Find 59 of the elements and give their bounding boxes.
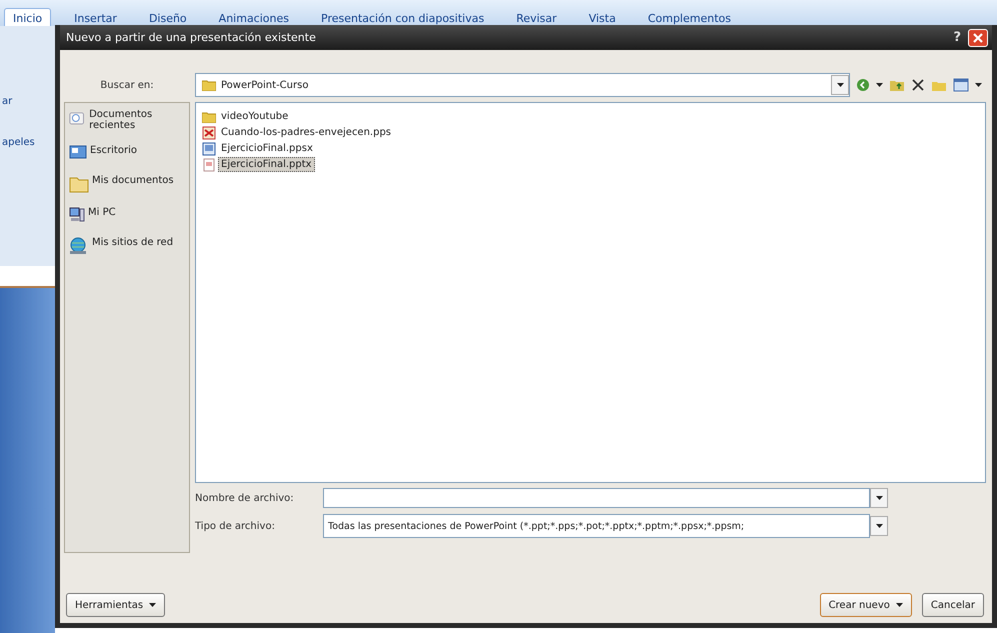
globe-icon <box>69 237 89 255</box>
ribbon-tab[interactable]: Diseño <box>140 8 196 28</box>
computer-icon <box>69 207 85 223</box>
ribbon-tab[interactable]: Inicio <box>4 8 52 28</box>
slideshow-file-icon <box>202 126 216 140</box>
presentation-file-icon <box>202 158 216 172</box>
delete-button[interactable] <box>911 78 925 92</box>
look-in-dropdown[interactable]: PowerPoint-Curso <box>195 73 850 97</box>
caret-icon <box>975 83 982 87</box>
places-item[interactable]: Documentos recientes <box>69 109 185 131</box>
file-type-label: Tipo de archivo: <box>195 520 276 532</box>
dropdown-button[interactable] <box>870 488 888 508</box>
caret-icon <box>876 496 882 500</box>
ribbon-tab[interactable]: Animaciones <box>210 8 298 28</box>
ribbon-label: apeles <box>2 137 36 148</box>
close-icon <box>973 32 983 42</box>
cancel-button[interactable]: Cancelar <box>922 593 984 617</box>
file-name-label: Nombre de archivo: <box>195 492 295 504</box>
file-type-dropdown[interactable]: Todas las presentaciones de PowerPoint (*.ppt;*.pps;*.pot;*.pptx;*.pptm;*.ppsx;*.ppsm; <box>323 514 870 538</box>
look-in-label: Buscar en: <box>100 80 154 90</box>
folder-icon <box>202 79 216 91</box>
up-folder-button[interactable] <box>889 78 905 92</box>
file-item[interactable]: EjercicioFinal.pptx <box>218 157 315 172</box>
caret-icon <box>896 603 903 607</box>
file-name-field[interactable] <box>323 488 870 508</box>
tools-button[interactable]: Herramientas <box>66 593 166 617</box>
desktop-icon <box>69 145 87 161</box>
ribbon-tab[interactable]: Insertar <box>65 8 126 28</box>
places-item[interactable]: Escritorio <box>69 145 185 161</box>
ribbon-tab[interactable]: Vista <box>580 8 625 28</box>
file-item[interactable]: videoYoutube <box>218 109 292 124</box>
places-item[interactable]: Mis sitios de red <box>69 237 185 255</box>
back-icon <box>856 78 870 92</box>
folder-arrow-icon <box>889 78 905 92</box>
caret-icon <box>876 83 883 87</box>
dropdown-button[interactable] <box>870 516 888 536</box>
create-button[interactable]: Crear nuevo <box>820 593 912 617</box>
help-button[interactable]: ? <box>950 30 964 45</box>
close-button[interactable] <box>968 28 988 46</box>
dropdown-button[interactable] <box>831 75 849 95</box>
slideshow-file-icon <box>202 142 216 156</box>
folder-icon <box>202 110 216 122</box>
ribbon-label: ar <box>2 96 14 107</box>
delete-icon <box>911 78 925 92</box>
folder-icon <box>69 175 89 193</box>
places-item[interactable]: Mi PC <box>69 207 185 223</box>
caret-icon <box>836 83 844 87</box>
ribbon-tab[interactable]: Complementos <box>638 8 740 28</box>
back-button[interactable] <box>856 78 870 92</box>
window-icon <box>953 78 969 92</box>
file-item[interactable]: EjercicioFinal.ppsx <box>218 141 316 156</box>
ribbon-tab[interactable]: Revisar <box>507 8 566 28</box>
ribbon-tab[interactable]: Presentación con diapositivas <box>312 8 494 28</box>
places-item[interactable]: Mis documentos <box>69 175 185 193</box>
views-button[interactable] <box>953 78 969 92</box>
caret-icon <box>876 524 882 528</box>
window-title: Nuevo a partir de una presentación existente <box>66 31 317 44</box>
caret-icon <box>149 603 156 607</box>
file-item[interactable]: Cuando-los-padres-envejecen.pps <box>218 125 394 140</box>
